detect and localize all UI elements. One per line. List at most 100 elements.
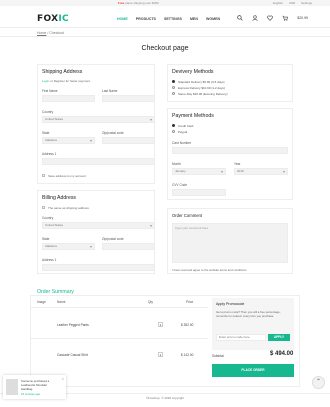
promo-prefix: Free	[118, 1, 125, 5]
billing-address-input[interactable]	[42, 264, 155, 271]
card-number-input[interactable]	[172, 147, 288, 154]
user-icon[interactable]	[252, 15, 258, 21]
login-prompt-text: or Register for faster payment.	[50, 79, 91, 83]
nav-home[interactable]: HOME	[117, 17, 128, 21]
comment-title: Order Comment	[172, 213, 203, 218]
last-name-input[interactable]	[102, 95, 155, 102]
currency-select[interactable]: USD	[289, 1, 295, 5]
zip-label: Zip/postal code	[102, 131, 124, 135]
billing-state-label: State	[42, 237, 50, 241]
cvv-label: CVV Code	[172, 183, 188, 187]
zip-input[interactable]	[102, 137, 155, 144]
nav-men[interactable]: MEN	[190, 17, 198, 21]
credit-card-label: Credit Card	[178, 124, 194, 128]
promo-message: plane shipping over $250	[125, 1, 159, 5]
popup-line: Handbag	[21, 387, 33, 391]
item-qty[interactable]: 1	[158, 352, 163, 357]
delivery-standard-label: Standard Delivery $5.99 (3-5 days)	[178, 80, 225, 84]
delivery-sameday-label: Same-Day $20.00 (Evening Delivery)	[178, 92, 228, 96]
delivery-express-label: Express Delivery $10.99 (1-2 days)	[178, 86, 225, 90]
login-prompt: Login or Register for faster payment.	[42, 79, 91, 83]
state-select[interactable]: Alabama	[42, 137, 95, 144]
first-name-label: First Name	[42, 89, 58, 93]
billing-title: Billing Address	[42, 195, 77, 201]
nav-settings[interactable]: SETTINGS	[164, 17, 182, 21]
promo-description: Get a promo code? Then you will a free p…	[216, 310, 281, 318]
apply-button[interactable]: APPLY	[268, 334, 290, 341]
header-divider	[31, 307, 208, 308]
header-icons: $20.99	[237, 15, 308, 21]
logo-main: FOX	[37, 14, 59, 24]
settings-link[interactable]: Settings	[301, 1, 312, 5]
address-label: Address 1	[42, 152, 57, 156]
divider	[0, 36, 330, 37]
delivery-standard-radio[interactable]	[172, 80, 175, 83]
address-input[interactable]	[42, 158, 155, 165]
shipping-title: Shipping Address	[42, 69, 83, 75]
delivery-sameday-radio[interactable]	[172, 92, 175, 95]
promo-input[interactable]: Enter promo code here	[216, 334, 266, 341]
delivery-title: Devivery Methods	[172, 69, 214, 75]
main-nav: HOME PRODUCTS SETTINGS MEN WOMEN	[117, 17, 220, 21]
breadcrumb: Home / Checkout	[37, 31, 64, 35]
month-select[interactable]: January	[172, 168, 226, 175]
subtotal-value: $ 494.00	[270, 351, 294, 357]
col-qty: Qty	[148, 300, 153, 304]
payment-title: Payment Methods	[172, 113, 214, 119]
year-select[interactable]: 2019	[234, 168, 288, 175]
billing-address-label: Address 1	[42, 258, 57, 262]
year-label: Year	[234, 162, 241, 166]
promo-text: Free plane shipping over $250	[118, 1, 159, 5]
first-name-input[interactable]	[42, 95, 95, 102]
last-name-label: Last Name	[102, 89, 118, 93]
billing-country-label: Country	[42, 216, 54, 220]
col-image: Image	[37, 300, 46, 304]
credit-card-radio[interactable]	[172, 124, 175, 127]
terms-text: I have read and agree to the website ter…	[172, 268, 247, 272]
cart-icon[interactable]	[282, 15, 289, 21]
nav-women[interactable]: WOMEN	[206, 17, 220, 21]
scroll-top-icon[interactable]: ⌃	[312, 376, 325, 389]
subtotal-label: Subtotal	[212, 354, 224, 358]
breadcrumb-current: Checkout	[49, 31, 65, 35]
col-price: Price	[186, 300, 194, 304]
same-address-checkbox[interactable]	[42, 206, 45, 209]
logo[interactable]: FOXIC	[37, 14, 69, 24]
save-address-checkbox[interactable]	[42, 174, 45, 177]
item-qty[interactable]: 1	[158, 322, 163, 327]
col-name: Name	[57, 300, 66, 304]
search-icon[interactable]	[237, 15, 243, 21]
state-label: State	[42, 131, 50, 135]
comment-textarea[interactable]: Type your comment here	[172, 223, 288, 263]
topbar-right: English USD Settings	[273, 1, 312, 5]
billing-zip-input[interactable]	[102, 243, 155, 250]
logo-accent: IC	[58, 14, 69, 24]
delivery-express-radio[interactable]	[172, 86, 175, 89]
nav-products[interactable]: PRODUCTS	[136, 17, 156, 21]
wishlist-icon[interactable]	[267, 15, 274, 21]
page-title: Checkout page	[141, 45, 189, 52]
cart-total[interactable]: $20.99	[297, 16, 308, 20]
row-divider	[31, 338, 208, 339]
paypal-radio[interactable]	[172, 130, 175, 133]
billing-country-select[interactable]: United States	[42, 222, 155, 229]
card-number-label: Card Number	[172, 141, 192, 145]
item-name[interactable]: Leather Pegged Pants	[57, 323, 89, 327]
item-name[interactable]: Cascade Casual Shirt	[57, 353, 88, 357]
promo-title: Apply Promocode	[216, 302, 245, 306]
language-select[interactable]: English	[273, 1, 283, 5]
breadcrumb-home[interactable]: Home	[37, 31, 46, 35]
place-order-button[interactable]: PLACE ORDER	[212, 364, 294, 377]
country-select[interactable]: United States	[42, 116, 155, 123]
save-address-label: Save address to my account	[48, 174, 86, 178]
billing-state-select[interactable]: Alabama	[42, 243, 95, 250]
login-link[interactable]: Login	[42, 79, 49, 83]
cvv-input[interactable]	[172, 189, 226, 196]
close-icon[interactable]: ×	[62, 376, 64, 381]
header: FOXIC HOME PRODUCTS SETTINGS MEN WOMEN $…	[0, 6, 330, 28]
popup-time: 15 minutes ago	[21, 392, 41, 396]
paypal-label: Paypal	[178, 130, 188, 134]
purchase-notification[interactable]: Someone purchased a Leatherette Shoulder…	[3, 375, 66, 399]
same-address-label: The same as shipping address	[48, 206, 89, 210]
product-thumbnail	[6, 379, 18, 395]
